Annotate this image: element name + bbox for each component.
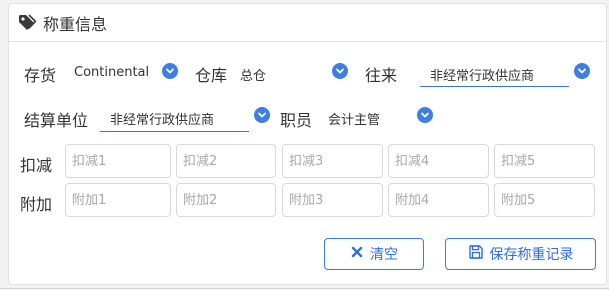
save-icon [468,244,490,264]
addition-input-5[interactable] [494,183,595,217]
addition-input-3[interactable] [282,183,383,217]
partner-select[interactable]: 非经常行政供应商 [430,65,560,84]
staff-select[interactable]: 会计主管 [328,109,408,128]
clear-button-label: 清空 [370,247,398,263]
stock-label: 存货 [24,66,57,85]
bottom-border-line [0,288,609,289]
settlement-select[interactable]: 非经常行政供应商 [110,109,240,128]
stock-select[interactable]: Continental [74,65,150,80]
additions-label: 附加 [20,195,53,214]
deduction-input-4[interactable] [388,144,489,178]
addition-input-2[interactable] [176,183,276,217]
deduction-input-5[interactable] [494,144,595,178]
staff-label: 职员 [280,111,313,130]
window-background: 称重信息 存货 Continental 仓库 总仓 往来 非经常行政供应商 结算… [0,0,609,290]
addition-input-1[interactable] [65,183,171,217]
deduction-input-2[interactable] [176,144,276,178]
stock-dropdown-chevron-icon[interactable] [162,63,178,79]
partner-label: 往来 [365,66,398,85]
panel-header: 称重信息 [9,4,606,42]
addition-input-4[interactable] [388,183,489,217]
settlement-label: 结算单位 [24,111,89,130]
tag-icon [18,13,36,32]
close-icon [350,245,370,263]
panel-title: 称重信息 [43,14,108,34]
warehouse-label: 仓库 [195,66,228,85]
warehouse-select[interactable]: 总仓 [240,65,310,84]
deductions-label: 扣减 [20,156,53,175]
staff-dropdown-chevron-icon[interactable] [417,107,433,123]
clear-button[interactable]: 清空 [324,238,424,270]
warehouse-dropdown-chevron-icon[interactable] [332,63,348,79]
partner-dropdown-chevron-icon[interactable] [574,63,590,79]
settlement-dropdown-chevron-icon[interactable] [254,107,270,123]
settlement-select-underline [100,131,249,132]
save-weighing-record-button[interactable]: 保存称重记录 [445,238,596,270]
save-weighing-record-label: 保存称重记录 [489,247,574,263]
deduction-input-3[interactable] [282,144,383,178]
deduction-input-1[interactable] [65,144,171,178]
partner-select-underline [420,86,569,87]
weighing-info-panel: 称重信息 存货 Continental 仓库 总仓 往来 非经常行政供应商 结算… [8,3,607,285]
